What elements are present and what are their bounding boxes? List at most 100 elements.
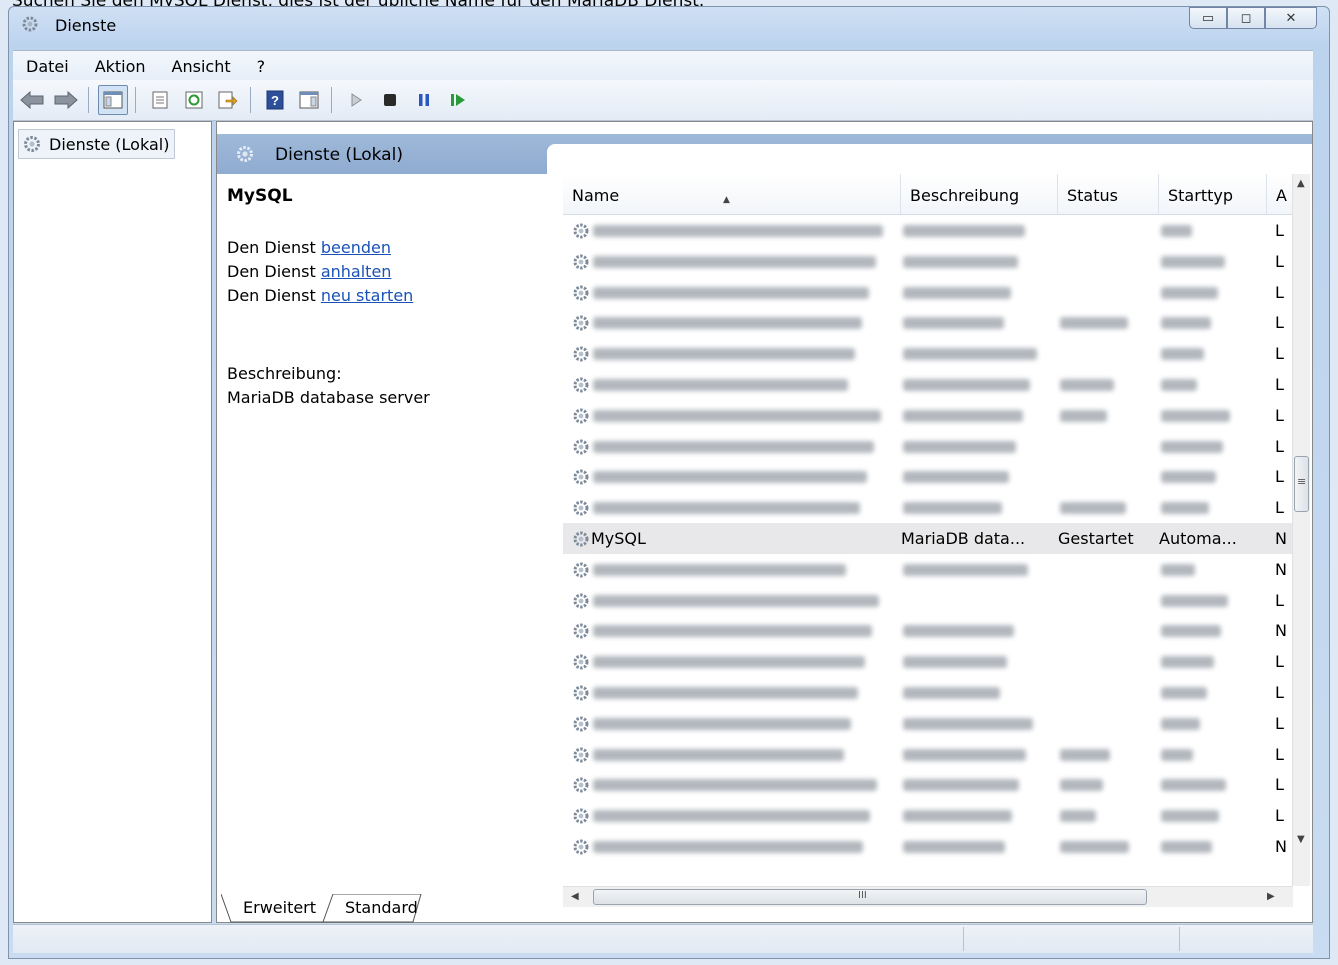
minimize-button[interactable]: ▭	[1189, 7, 1227, 29]
help-button[interactable]: ?	[260, 85, 290, 115]
redacted-cell	[903, 255, 1018, 268]
redacted-cell	[1161, 225, 1192, 237]
table-row[interactable]: L	[563, 769, 1293, 800]
table-row[interactable]: L	[563, 338, 1293, 369]
start-service-button[interactable]	[341, 85, 371, 115]
redacted-cell	[903, 748, 1026, 761]
toolbar: ?	[13, 80, 1313, 121]
resume-service-button[interactable]	[443, 85, 473, 115]
redacted-cell	[903, 317, 1004, 330]
close-button[interactable]: ✕	[1265, 7, 1317, 29]
cell-status	[1058, 277, 1156, 308]
cell-logon: L	[1275, 713, 1284, 733]
table-row[interactable]: L	[563, 739, 1293, 770]
table-row[interactable]: L	[563, 277, 1293, 308]
service-gear-icon	[573, 315, 589, 331]
back-button[interactable]	[17, 85, 47, 115]
start-service-icon	[351, 93, 362, 107]
refresh-button[interactable]	[179, 85, 209, 115]
tab-standard[interactable]: Standard	[335, 894, 428, 922]
cell-status	[1058, 215, 1156, 246]
table-row[interactable]: L	[563, 246, 1293, 277]
table-row[interactable]: N	[563, 615, 1293, 646]
table-row[interactable]: L	[563, 585, 1293, 616]
pause-service-link[interactable]: anhalten	[321, 262, 392, 281]
table-row[interactable]: L	[563, 215, 1293, 246]
show-hide-console-tree-button[interactable]	[98, 85, 128, 115]
pause-service-button[interactable]	[409, 85, 439, 115]
table-row[interactable]: L	[563, 646, 1293, 677]
table-row[interactable]: L	[563, 400, 1293, 431]
cell-logon: L	[1275, 744, 1284, 764]
column-header-startup-type[interactable]: Starttyp	[1159, 174, 1267, 214]
table-row[interactable]: L	[563, 708, 1293, 739]
maximize-button[interactable]: ◻	[1227, 7, 1265, 29]
cell-status	[1058, 615, 1156, 646]
column-header-status[interactable]: Status	[1058, 174, 1159, 214]
redacted-cell	[593, 255, 876, 268]
toolbar-separator	[88, 87, 89, 113]
cell-status	[1058, 585, 1156, 616]
horizontal-scroll-thumb[interactable]: III	[593, 889, 1147, 905]
tab-erweitert[interactable]: Erweitert	[233, 894, 326, 922]
cell-status	[1058, 246, 1156, 277]
redacted-cell	[1161, 471, 1216, 484]
tree-item-label: Dienste (Lokal)	[49, 134, 170, 154]
pane-header-tab	[547, 144, 1312, 174]
cell-status	[1058, 338, 1156, 369]
table-row[interactable]: L	[563, 431, 1293, 462]
vertical-scroll-thumb[interactable]: ≡	[1294, 456, 1309, 512]
table-row[interactable]: L	[563, 677, 1293, 708]
menu-help[interactable]: ?	[244, 57, 279, 76]
horizontal-scrollbar[interactable]: ◀ III ▶	[563, 886, 1293, 907]
table-row[interactable]: N	[563, 554, 1293, 585]
table-row[interactable]: L	[563, 800, 1293, 831]
scroll-left-icon[interactable]: ◀	[571, 891, 579, 902]
toolbar-separator	[135, 87, 136, 113]
redacted-cell	[903, 409, 1023, 422]
redacted-cell	[593, 286, 869, 299]
column-header-name[interactable]: Name ▲	[563, 174, 901, 214]
redacted-cell	[903, 502, 1002, 515]
menu-aktion[interactable]: Aktion	[82, 57, 159, 76]
service-gear-icon	[573, 562, 589, 578]
tree-item-services-local[interactable]: Dienste (Lokal)	[18, 129, 176, 159]
menu-ansicht[interactable]: Ansicht	[159, 57, 244, 76]
redacted-cell	[1161, 594, 1228, 607]
table-row[interactable]: L	[563, 369, 1293, 400]
redacted-cell	[1060, 810, 1096, 823]
redacted-cell	[593, 563, 846, 576]
table-row[interactable]: L	[563, 461, 1293, 492]
restart-service-link[interactable]: neu starten	[321, 286, 413, 305]
scroll-right-icon[interactable]: ▶	[1267, 891, 1275, 902]
scroll-down-icon[interactable]: ▼	[1297, 834, 1305, 845]
cell-status	[1058, 554, 1156, 585]
column-header-description[interactable]: Beschreibung	[901, 174, 1058, 214]
service-gear-icon	[573, 500, 589, 516]
scroll-up-icon[interactable]: ▲	[1297, 178, 1305, 189]
service-name: MySQL	[227, 186, 293, 206]
stop-service-link[interactable]: beenden	[321, 238, 391, 257]
redacted-cell	[1060, 779, 1103, 792]
table-row[interactable]: L	[563, 307, 1293, 338]
vertical-scrollbar[interactable]: ▲ ≡ ▼	[1292, 174, 1310, 886]
column-header-logon[interactable]: A	[1267, 174, 1293, 214]
redacted-cell	[593, 378, 848, 391]
redacted-cell	[593, 348, 855, 361]
redacted-cell	[593, 686, 858, 699]
properties-button[interactable]	[145, 85, 175, 115]
menu-datei[interactable]: Datei	[13, 57, 82, 76]
cell-logon: L	[1275, 652, 1284, 672]
stop-service-button[interactable]	[375, 85, 405, 115]
action-pause: Den Dienst anhalten	[227, 260, 557, 284]
table-row[interactable]: N	[563, 831, 1293, 862]
redacted-cell	[1060, 840, 1129, 853]
forward-button[interactable]	[51, 85, 81, 115]
table-row[interactable]: L	[563, 492, 1293, 523]
show-action-pane-button[interactable]	[294, 85, 324, 115]
table-row[interactable]: MySQL MariaDB data... Gestartet Automa... N	[563, 522, 1293, 554]
cell-start: Automa...	[1159, 528, 1237, 548]
export-list-button[interactable]	[213, 85, 243, 115]
redacted-cell	[903, 286, 1011, 299]
action-prefix: Den Dienst	[227, 262, 316, 281]
